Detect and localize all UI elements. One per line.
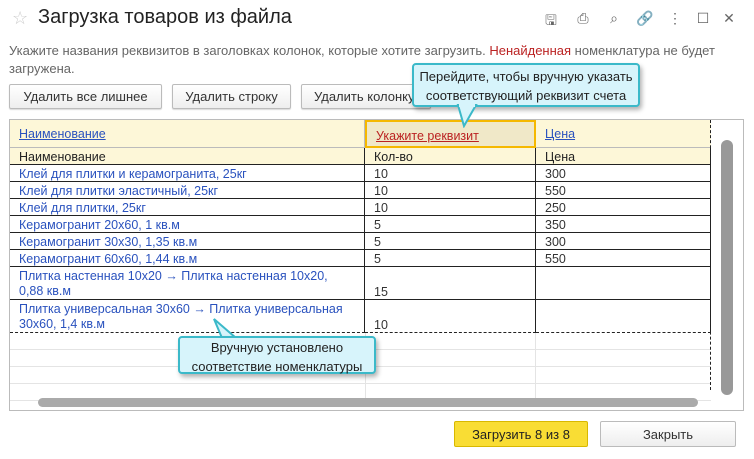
callout-bottom: Вручную установлено соответствие номенкл… [178, 336, 376, 374]
table-cell[interactable]: Керамогранит 30x30, 1,35 кв.м [10, 233, 365, 250]
preview-icon[interactable]: ⌕ [605, 10, 623, 27]
table-cell[interactable]: 5 [365, 233, 536, 250]
vertical-scrollbar[interactable] [721, 140, 733, 395]
table-cell[interactable]: Клей для плитки эластичный, 25кг [10, 182, 365, 199]
table-cell[interactable] [536, 267, 711, 300]
selection-edge [710, 120, 711, 390]
horizontal-scrollbar[interactable] [38, 398, 698, 407]
window-title: Загрузка товаров из файла [38, 6, 292, 28]
table-cell[interactable]: 10 [365, 300, 536, 333]
table-cell[interactable]: 550 [536, 182, 711, 199]
file-header-cell: Кол-во [365, 148, 536, 165]
table-cell[interactable]: 550 [536, 250, 711, 267]
load-button[interactable]: Загрузить 8 из 8 [454, 421, 588, 447]
table-cell[interactable]: 350 [536, 216, 711, 233]
table-cell[interactable]: 300 [536, 165, 711, 182]
table-cell[interactable] [536, 300, 711, 333]
data-table[interactable]: Наименование Укажите реквизит Цена Наименов… [9, 119, 744, 411]
file-header-cell: Наименование [10, 148, 365, 165]
table-cell[interactable]: 15 [365, 267, 536, 300]
maximize-icon[interactable]: ☐ [694, 10, 712, 27]
table-cell[interactable]: Керамогранит 60x60, 1,44 кв.м [10, 250, 365, 267]
table-cell[interactable]: Плитка универсальная 30x60 → Плитка унив… [10, 300, 365, 333]
table-cell[interactable]: 10 [365, 199, 536, 216]
close-button[interactable]: Закрыть [600, 421, 736, 447]
more-icon[interactable]: ⋮ [666, 10, 684, 27]
print-icon[interactable]: ⎙ [574, 10, 592, 27]
empty-col [365, 333, 536, 403]
save-icon[interactable]: 🖫 [542, 10, 560, 34]
callout-top-pointer [456, 104, 478, 128]
table-cell[interactable]: Клей для плитки и керамогранита, 25кг [10, 165, 365, 182]
table-cell[interactable]: Керамогранит 20x60, 1 кв.м [10, 216, 365, 233]
table-cell[interactable]: 5 [365, 216, 536, 233]
table-cell[interactable]: Плитка настенная 10x20 → Плитка настенна… [10, 267, 365, 300]
close-icon[interactable]: ✕ [720, 10, 738, 27]
hint-part: Укажите названия реквизитов в заголовках… [9, 43, 490, 58]
delete-all-extra-button[interactable]: Удалить все лишнее [9, 84, 162, 109]
star-icon[interactable]: ☆ [12, 8, 28, 29]
table-cell[interactable]: 250 [536, 199, 711, 216]
delete-row-button[interactable]: Удалить строку [172, 84, 291, 109]
table-cell[interactable]: 300 [536, 233, 711, 250]
link-icon[interactable]: 🔗 [636, 10, 654, 27]
hint-highlight: Ненайденная [489, 43, 572, 58]
column-mapping-0[interactable]: Наименование [10, 120, 365, 148]
table-cell[interactable]: 5 [365, 250, 536, 267]
table-cell[interactable]: 10 [365, 165, 536, 182]
column-mapping-2[interactable]: Цена [536, 120, 711, 148]
table-cell[interactable]: Клей для плитки, 25кг [10, 199, 365, 216]
file-header-cell: Цена [536, 148, 711, 165]
callout-top: Перейдите, чтобы вручную указать соответ… [412, 63, 640, 107]
table-cell[interactable]: 10 [365, 182, 536, 199]
